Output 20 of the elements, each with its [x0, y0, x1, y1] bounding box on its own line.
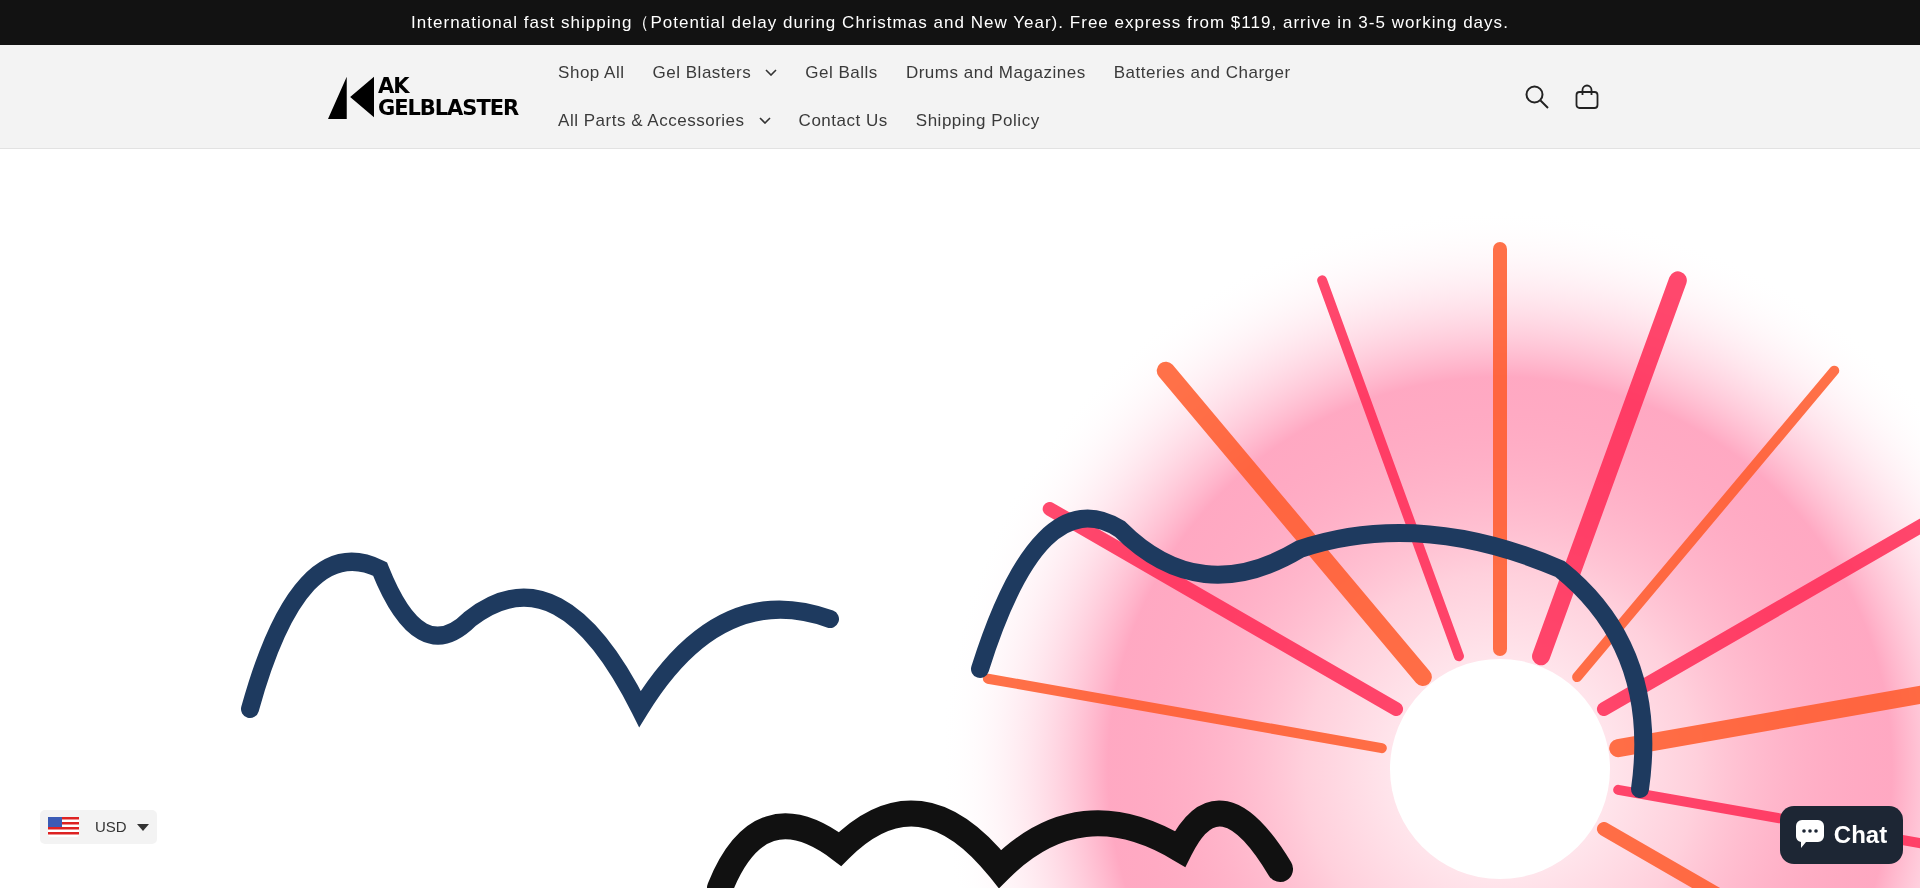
bag-icon[interactable]	[1574, 83, 1600, 110]
search-icon[interactable]	[1524, 83, 1550, 110]
chat-bubble-icon	[1795, 820, 1824, 850]
nav-link[interactable]: All Parts & Accessories	[558, 101, 771, 139]
nav-link[interactable]: Shop All	[558, 54, 625, 92]
chat-button[interactable]: Chat	[1780, 806, 1903, 864]
nav-link[interactable]: Shipping Policy	[915, 101, 1040, 139]
nav-link[interactable]: Gel Balls	[805, 54, 878, 92]
nav-link[interactable]: Batteries and Charger	[1113, 54, 1291, 92]
logo-icon	[328, 74, 374, 119]
nav-link[interactable]: Drums and Magazines	[905, 54, 1086, 92]
caret-icon	[136, 823, 149, 831]
logo-text: AK	[378, 74, 411, 97]
flag-icon	[48, 817, 79, 837]
nav-link[interactable]: Gel Blasters	[652, 54, 778, 92]
logo-text: GELBLASTER	[378, 96, 519, 119]
currency-selector[interactable]: USD	[40, 810, 157, 844]
logo[interactable]: AK GELBLASTER	[328, 74, 519, 119]
nav-link[interactable]: Contact Us	[798, 101, 888, 139]
announcement-text: International fast shipping（Potential delay during Christmas and New Year). Free express from $119, arrive in 3-5 working days.	[411, 11, 1509, 34]
